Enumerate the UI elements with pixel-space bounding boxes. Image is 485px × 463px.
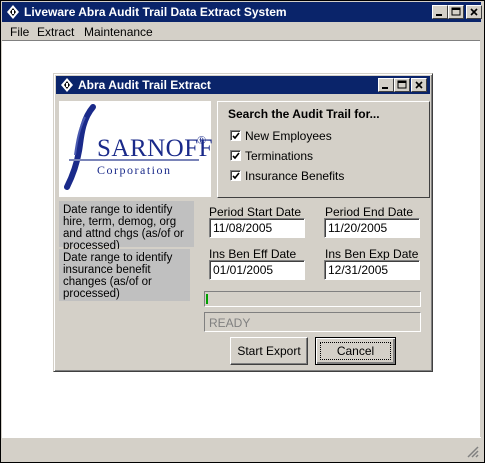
sarnoff-logo: SARNOFF ® Corporation — [59, 101, 213, 197]
status-field: READY — [204, 312, 421, 332]
dialog-title-bar[interactable]: Abra Audit Trail Extract — [56, 76, 430, 94]
benefit-range-note: Date range to identify insurance benefit… — [59, 249, 190, 301]
dialog-title: Abra Audit Trail Extract — [78, 78, 211, 92]
dialog-maximize-button[interactable] — [394, 78, 410, 92]
close-icon — [470, 8, 478, 16]
search-group-title: Search the Audit Trail for... — [228, 107, 380, 121]
terminations-checkbox[interactable] — [230, 150, 241, 161]
logo-registered: ® — [197, 133, 207, 147]
start-export-label: Start Export — [237, 344, 301, 358]
minimize-icon — [382, 87, 388, 89]
maximize-icon — [397, 80, 407, 89]
minimize-button[interactable] — [432, 5, 448, 19]
minimize-icon — [436, 14, 442, 16]
period-end-input[interactable]: 11/20/2005 — [324, 218, 420, 238]
hire-range-note: Date range to identify hire, term, demog… — [59, 201, 194, 252]
resize-grip-icon[interactable] — [467, 446, 479, 458]
ins-ben-eff-label: Ins Ben Eff Date — [209, 247, 297, 261]
main-title-bar[interactable]: Liveware Abra Audit Trail Data Extract S… — [2, 2, 482, 22]
close-icon — [415, 81, 423, 89]
logo-subtitle: Corporation — [97, 163, 172, 177]
window-title: Liveware Abra Audit Trail Data Extract S… — [24, 5, 287, 19]
dialog-close-button[interactable] — [411, 78, 427, 92]
menu-extract[interactable]: Extract — [37, 25, 74, 39]
dialog-minimize-button[interactable] — [378, 78, 394, 92]
new-employees-label[interactable]: New Employees — [245, 129, 332, 143]
logo-rule — [69, 159, 199, 161]
app-icon — [7, 5, 19, 19]
menu-maintenance[interactable]: Maintenance — [84, 25, 153, 39]
start-export-button[interactable]: Start Export — [230, 337, 308, 365]
ins-ben-eff-input[interactable]: 01/01/2005 — [209, 260, 305, 280]
menu-bar: File Extract Maintenance — [2, 22, 481, 40]
insurance-benefits-label[interactable]: Insurance Benefits — [245, 169, 344, 183]
export-progress-bar — [204, 291, 421, 307]
ins-ben-exp-label: Ins Ben Exp Date — [325, 247, 419, 261]
maximize-button[interactable] — [448, 5, 464, 19]
focus-rectangle — [320, 342, 391, 360]
dialog-app-icon — [61, 78, 73, 92]
maximize-icon — [451, 7, 461, 16]
checkmark-icon — [232, 152, 240, 160]
period-start-input[interactable]: 11/08/2005 — [209, 218, 305, 238]
progress-fill — [206, 294, 208, 304]
close-button[interactable] — [466, 5, 482, 19]
period-start-label: Period Start Date — [209, 205, 302, 219]
cancel-button[interactable]: Cancel — [315, 337, 396, 365]
status-bar — [2, 437, 481, 460]
insurance-benefits-checkbox[interactable] — [230, 170, 241, 181]
checkmark-icon — [232, 132, 240, 140]
checkmark-icon — [232, 172, 240, 180]
new-employees-checkbox[interactable] — [230, 130, 241, 141]
ins-ben-exp-input[interactable]: 12/31/2005 — [324, 260, 420, 280]
terminations-label[interactable]: Terminations — [245, 149, 313, 163]
period-end-label: Period End Date — [325, 205, 414, 219]
menu-file[interactable]: File — [10, 25, 29, 39]
